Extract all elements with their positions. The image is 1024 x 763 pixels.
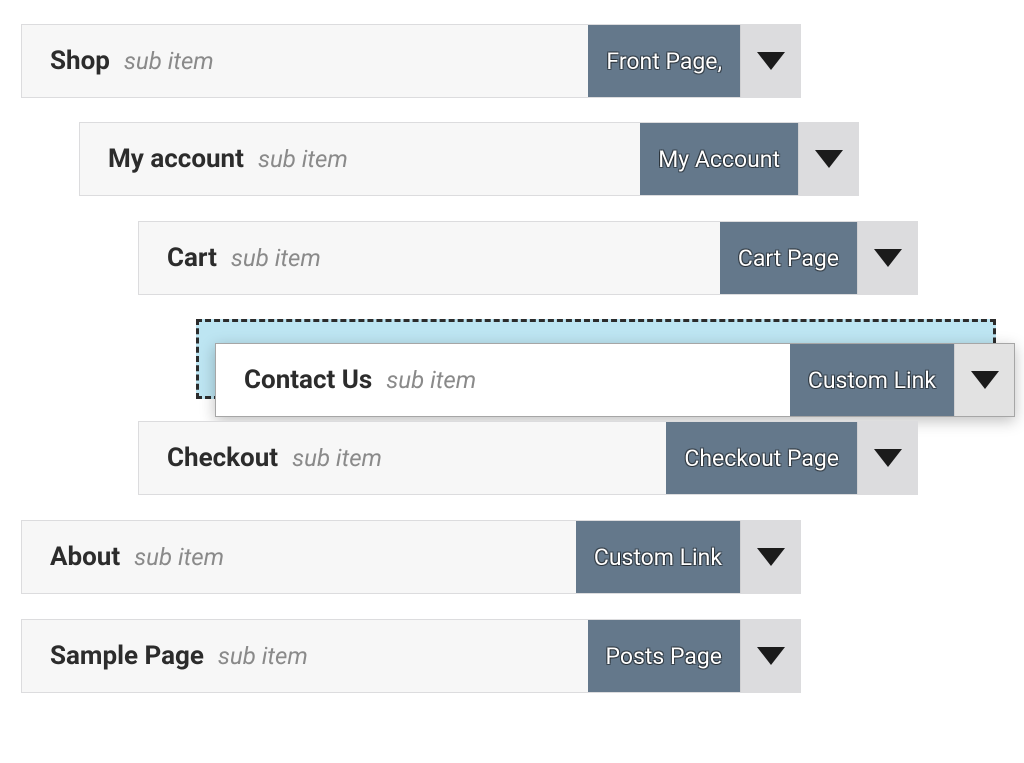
menu-item-label-area[interactable]: Checkout sub item	[139, 422, 666, 494]
chevron-down-icon	[757, 52, 785, 70]
menu-item-expand-button[interactable]	[740, 620, 800, 692]
menu-item-type-badge: Front Page,	[588, 25, 740, 97]
menu-item-title: Contact Us	[244, 365, 372, 395]
menu-item-title: Shop	[50, 46, 110, 76]
menu-item-label-area[interactable]: Sample Page sub item	[22, 620, 588, 692]
menu-item-subtext: sub item	[134, 543, 224, 571]
menu-item-title: Sample Page	[50, 641, 204, 671]
chevron-down-icon	[757, 647, 785, 665]
menu-item-subtext: sub item	[231, 244, 321, 272]
menu-item-about[interactable]: About sub item Custom Link	[21, 520, 801, 594]
menu-item-my-account[interactable]: My account sub item My Account	[79, 122, 859, 196]
menu-item-type-badge: Posts Page	[588, 620, 740, 692]
menu-item-type-badge: Custom Link	[576, 521, 740, 593]
menu-item-label-area[interactable]: Contact Us sub item	[216, 344, 790, 416]
chevron-down-icon	[874, 449, 902, 467]
menu-item-type-badge: My Account	[640, 123, 798, 195]
chevron-down-icon	[757, 548, 785, 566]
menu-item-expand-button[interactable]	[954, 344, 1014, 416]
menu-item-type-badge: Custom Link	[790, 344, 954, 416]
menu-item-label-area[interactable]: Cart sub item	[139, 222, 720, 294]
menu-item-label-area[interactable]: Shop sub item	[22, 25, 588, 97]
menu-item-expand-button[interactable]	[740, 25, 800, 97]
menu-item-label-area[interactable]: My account sub item	[80, 123, 640, 195]
menu-item-title: My account	[108, 144, 244, 174]
chevron-down-icon	[874, 249, 902, 267]
menu-item-expand-button[interactable]	[857, 222, 917, 294]
menu-item-subtext: sub item	[386, 366, 476, 394]
menu-item-expand-button[interactable]	[857, 422, 917, 494]
menu-item-title: Checkout	[167, 443, 278, 473]
menu-item-title: About	[50, 542, 120, 572]
chevron-down-icon	[815, 150, 843, 168]
menu-item-subtext: sub item	[218, 642, 308, 670]
menu-item-checkout[interactable]: Checkout sub item Checkout Page	[138, 421, 918, 495]
menu-item-subtext: sub item	[124, 47, 214, 75]
menu-item-subtext: sub item	[258, 145, 348, 173]
menu-item-label-area[interactable]: About sub item	[22, 521, 576, 593]
menu-item-title: Cart	[167, 243, 217, 273]
menu-item-expand-button[interactable]	[740, 521, 800, 593]
chevron-down-icon	[971, 371, 999, 389]
menu-item-cart[interactable]: Cart sub item Cart Page	[138, 221, 918, 295]
menu-item-expand-button[interactable]	[798, 123, 858, 195]
menu-item-shop[interactable]: Shop sub item Front Page,	[21, 24, 801, 98]
menu-item-type-badge: Checkout Page	[666, 422, 857, 494]
menu-item-subtext: sub item	[292, 444, 382, 472]
menu-item-contact-us-dragging[interactable]: Contact Us sub item Custom Link	[215, 343, 1015, 417]
menu-item-sample-page[interactable]: Sample Page sub item Posts Page	[21, 619, 801, 693]
menu-item-type-badge: Cart Page	[720, 222, 857, 294]
